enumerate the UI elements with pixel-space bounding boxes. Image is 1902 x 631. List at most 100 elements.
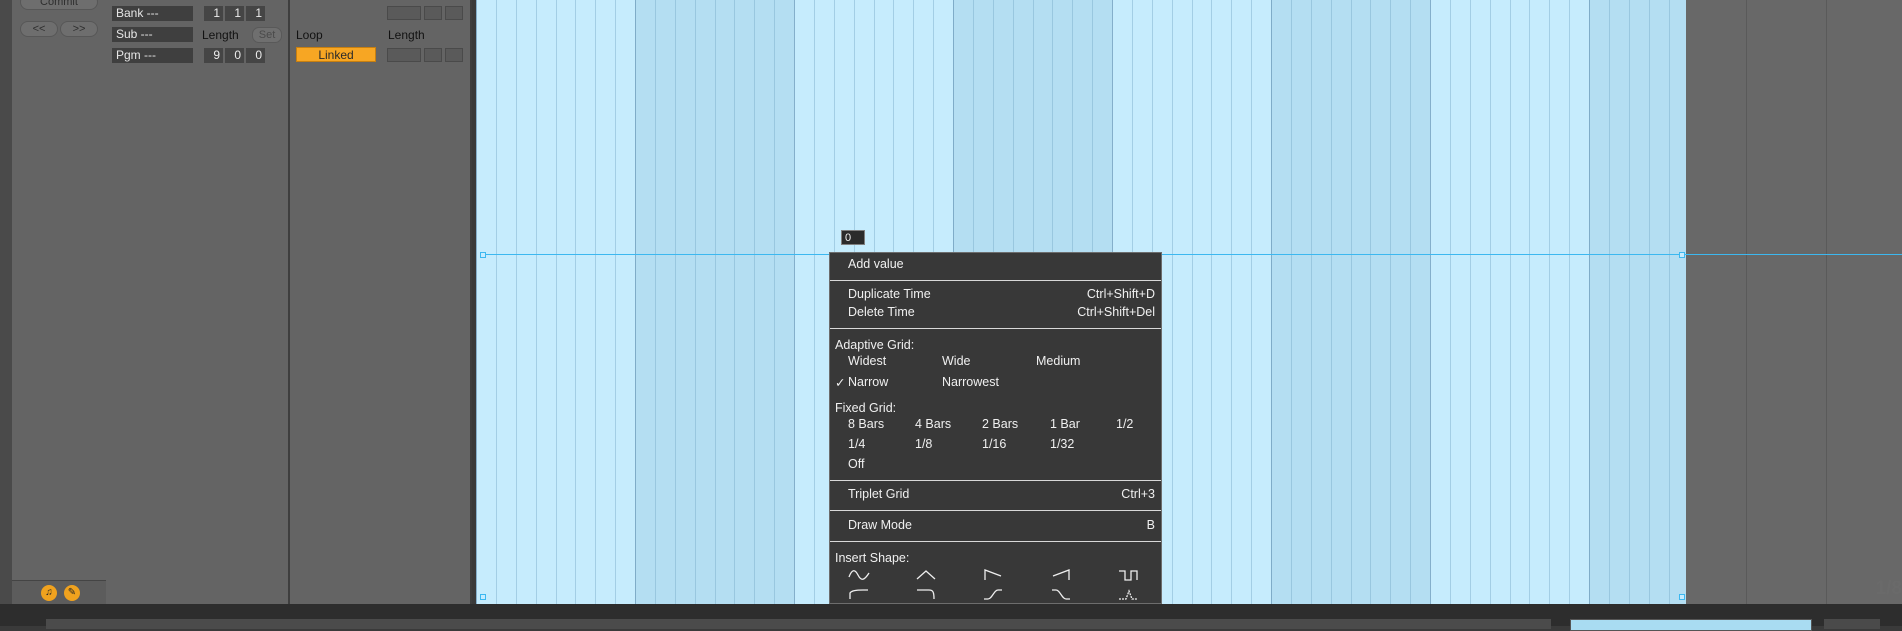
grid-line [1231, 0, 1232, 604]
start-beat[interactable]: 1 [225, 6, 244, 21]
grid-line [1410, 0, 1411, 604]
grid-line [575, 0, 576, 604]
grid-line [774, 0, 775, 604]
grid-line [1192, 0, 1193, 604]
grid-line [1390, 0, 1391, 604]
grid-line [734, 0, 735, 604]
menu-item-grid-widest[interactable]: Widest [848, 354, 886, 368]
linked-toggle[interactable]: Linked [296, 47, 376, 62]
context-menu: Add value Duplicate Time Ctrl+Shift+D De… [829, 252, 1162, 604]
envelope-line[interactable] [481, 254, 1902, 255]
grid-line [1649, 0, 1650, 604]
saw-up-shape-icon[interactable] [1050, 568, 1072, 582]
menu-item-fixed-1-bar[interactable]: 1 Bar [1050, 417, 1080, 431]
menu-item-fixed-1-2[interactable]: 1/2 [1116, 417, 1133, 431]
grid-corner-marker [1679, 594, 1685, 600]
grid-line [695, 0, 696, 604]
menu-item-triplet-grid[interactable]: Triplet Grid [848, 487, 909, 501]
grid-line [655, 0, 656, 604]
menu-item-duplicate-time[interactable]: Duplicate Time [848, 287, 931, 301]
grid-line [1490, 0, 1491, 604]
grid-line [1529, 0, 1530, 604]
grid-line [1629, 0, 1630, 604]
midi-note-icon[interactable]: ♫ [41, 585, 57, 601]
set-button[interactable]: Set [252, 27, 282, 43]
menu-item-fixed-1-4[interactable]: 1/4 [848, 437, 865, 451]
menu-separator [830, 280, 1161, 281]
grid-line [675, 0, 676, 604]
grid-line [595, 0, 596, 604]
grid-corner-marker [480, 594, 486, 600]
loop-start-beat-field[interactable] [424, 6, 442, 20]
end-sixteenth[interactable]: 0 [246, 48, 265, 63]
clip-panel: Commit << >> [12, 0, 107, 580]
grid-line [1211, 0, 1212, 604]
menu-item-add-value[interactable]: Add value [848, 257, 904, 271]
status-text-field [46, 619, 1551, 629]
edit-icon[interactable]: ✎ [64, 585, 80, 601]
square-shape-icon[interactable] [1117, 568, 1139, 582]
spike-shape-icon[interactable] [1117, 587, 1139, 601]
menu-item-grid-wide[interactable]: Wide [942, 354, 970, 368]
nav-back-button[interactable]: << [20, 21, 58, 37]
shortcut-triplet-grid: Ctrl+3 [1121, 487, 1155, 501]
grid-line [1251, 0, 1252, 604]
loop-panel: Loop Linked Length [290, 0, 472, 604]
loop-start-sixteenth-field[interactable] [445, 6, 463, 20]
grid-line [1351, 0, 1352, 604]
loop-length-beat-field[interactable] [424, 48, 442, 62]
envelope-value-readout: 0 [841, 230, 865, 245]
menu-item-fixed-8-bars[interactable]: 8 Bars [848, 417, 884, 431]
adsr-release-shape-icon[interactable] [915, 587, 937, 601]
loop-start-field[interactable] [387, 6, 421, 20]
shortcut-duplicate-time: Ctrl+Shift+D [1086, 287, 1155, 301]
commit-button[interactable]: Commit [20, 0, 98, 10]
saw-down-shape-icon[interactable] [982, 568, 1004, 582]
loop-length-field[interactable] [387, 48, 421, 62]
grid-line [1291, 0, 1292, 604]
midi-panel: Bank --- Sub --- Pgm --- 1 1 1 Length Se… [106, 0, 290, 604]
bank-field[interactable]: Bank --- [112, 6, 193, 21]
shortcut-draw-mode: B [1146, 518, 1155, 532]
menu-item-fixed-1-32[interactable]: 1/32 [1050, 437, 1074, 451]
menu-item-grid-narrow[interactable]: Narrow [848, 375, 888, 389]
s-curve-up-shape-icon[interactable] [982, 587, 1004, 601]
sine-shape-icon[interactable] [848, 568, 870, 582]
sub-field[interactable]: Sub --- [112, 27, 193, 42]
end-bar[interactable]: 9 [204, 48, 223, 63]
bar-band [1589, 0, 1686, 604]
menu-item-fixed-off[interactable]: Off [848, 457, 864, 471]
menu-item-fixed-2-bars[interactable]: 2 Bars [982, 417, 1018, 431]
menu-item-delete-time[interactable]: Delete Time [848, 305, 915, 319]
loop-length-sixteenth-field[interactable] [445, 48, 463, 62]
menu-item-fixed-4-bars[interactable]: 4 Bars [915, 417, 951, 431]
envelope-breakpoint[interactable] [480, 252, 486, 258]
bar-line [1271, 0, 1272, 604]
start-bar[interactable]: 1 [204, 6, 223, 21]
menu-item-draw-mode[interactable]: Draw Mode [848, 518, 912, 532]
overview-box[interactable] [1570, 619, 1812, 631]
grid-line [1609, 0, 1610, 604]
end-beat[interactable]: 0 [225, 48, 244, 63]
start-sixteenth[interactable]: 1 [246, 6, 265, 21]
nav-forward-button[interactable]: >> [60, 21, 98, 37]
grid-line [1311, 0, 1312, 604]
envelope-breakpoint[interactable] [1679, 252, 1685, 258]
menu-item-fixed-1-8[interactable]: 1/8 [915, 437, 932, 451]
triangle-shape-icon[interactable] [915, 568, 937, 582]
pgm-field[interactable]: Pgm --- [112, 48, 193, 63]
fixed-grid-header: Fixed Grid: [835, 401, 897, 415]
menu-item-fixed-1-16[interactable]: 1/16 [982, 437, 1006, 451]
grid-line [1331, 0, 1332, 604]
menu-item-grid-medium[interactable]: Medium [1036, 354, 1080, 368]
menu-item-grid-narrowest[interactable]: Narrowest [942, 375, 999, 389]
grid-line [1370, 0, 1371, 604]
grid-line [615, 0, 616, 604]
adsr-attack-shape-icon[interactable] [848, 587, 870, 601]
menu-separator [830, 510, 1161, 511]
grid-size-label: 1/8 [1875, 578, 1902, 599]
menu-separator [830, 541, 1161, 542]
bottom-right-control[interactable] [1824, 619, 1880, 629]
grid-line [496, 0, 497, 604]
s-curve-down-shape-icon[interactable] [1050, 587, 1072, 601]
